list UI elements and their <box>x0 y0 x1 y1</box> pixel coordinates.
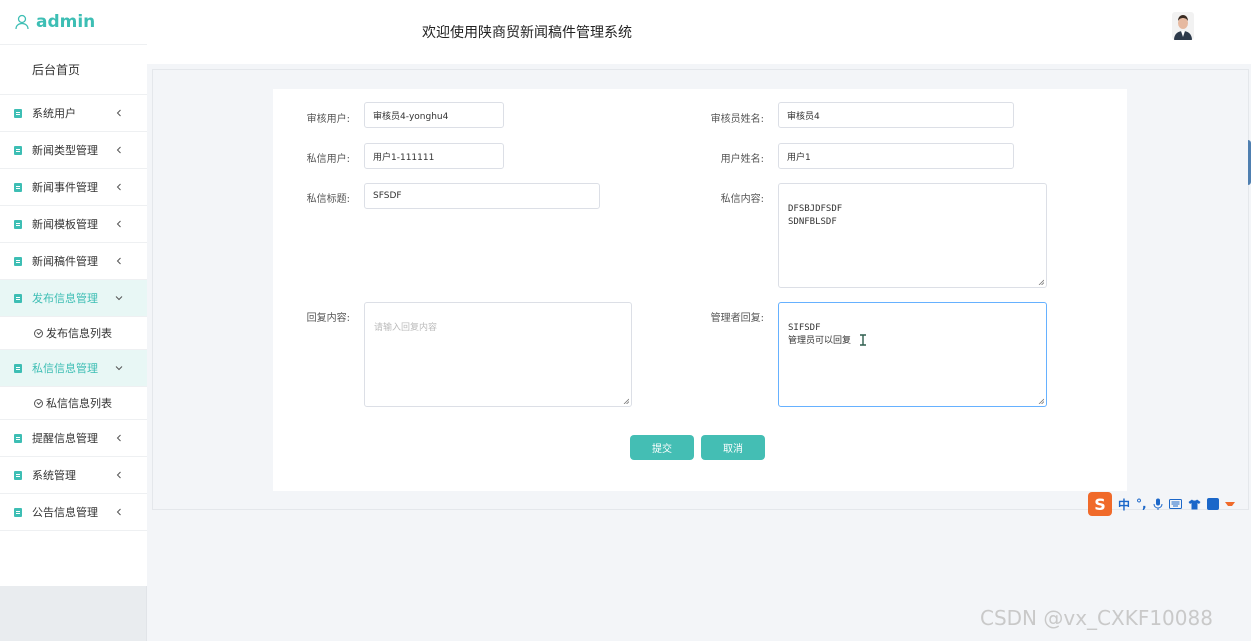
reply-content-textarea[interactable]: 请输入回复内容 <box>364 302 632 407</box>
keyboard-icon[interactable] <box>1168 499 1182 509</box>
dm-user-label: 私信用户: <box>306 154 350 165</box>
admin-reply-textarea[interactable]: SIFSDF 管理员可以回复 <box>778 302 1047 407</box>
resize-grip-icon[interactable] <box>623 398 629 404</box>
sidebar-item-label: 提醒信息管理 <box>32 432 98 445</box>
sidebar-item-label: 系统管理 <box>32 469 76 482</box>
dm-content-label: 私信内容: <box>720 194 764 205</box>
submit-button[interactable]: 提交 <box>630 435 694 460</box>
sidebar-item-notice[interactable]: 公告信息管理 <box>0 494 147 531</box>
sogou-logo-icon[interactable]: S <box>1088 492 1112 516</box>
document-icon <box>14 182 22 192</box>
chevron-down-icon <box>115 366 123 371</box>
sidebar-item-news-draft[interactable]: 新闻稿件管理 <box>0 243 147 280</box>
chevron-left-icon <box>116 146 121 154</box>
sidebar-item-label: 新闻类型管理 <box>32 144 98 157</box>
document-icon <box>14 507 22 517</box>
watermark: CSDN @vx_CXKF10088 <box>980 606 1213 630</box>
chevron-left-icon <box>116 471 121 479</box>
sidebar-subitem-dm-list[interactable]: 私信信息列表 <box>0 387 147 420</box>
brand: admin <box>0 0 147 45</box>
chevron-down-icon <box>115 296 123 301</box>
chevron-left-icon <box>116 434 121 442</box>
reviewer-user-label: 审核用户: <box>306 114 350 125</box>
check-circle-icon <box>34 328 43 338</box>
user-name-input[interactable]: 用户1 <box>778 143 1014 169</box>
sidebar-item-label: 私信信息管理 <box>32 362 98 375</box>
avatar[interactable] <box>1172 12 1194 40</box>
sidebar-subitem-publish-list[interactable]: 发布信息列表 <box>0 317 147 350</box>
sidebar-item-dm-info[interactable]: 私信信息管理 <box>0 350 147 387</box>
reviewer-user-input[interactable]: 审核员4-yonghu4 <box>364 102 504 128</box>
chevron-left-icon <box>116 183 121 191</box>
chevron-left-icon <box>116 508 121 516</box>
sidebar-item-label: 新闻模板管理 <box>32 218 98 231</box>
sidebar-subitem-label: 私信信息列表 <box>46 397 112 410</box>
resize-grip-icon[interactable] <box>1038 279 1044 285</box>
toolbox-icon[interactable] <box>1206 498 1219 510</box>
punctuation-icon[interactable]: °, <box>1136 497 1147 511</box>
page-title: 欢迎使用陕商贸新闻稿件管理系统 <box>422 25 632 41</box>
sidebar: admin 后台首页 系统用户 新闻类型管理 新闻事件管理 新闻模板管理 新闻稿… <box>0 0 147 641</box>
reviewer-name-input[interactable]: 审核员4 <box>778 102 1014 128</box>
dm-content-text: DFSBJDFSDF SDNFBLSDF <box>788 204 843 227</box>
header: 欢迎使用陕商贸新闻稿件管理系统 <box>147 0 1251 64</box>
reply-content-label: 回复内容: <box>306 313 350 324</box>
reply-content-placeholder: 请输入回复内容 <box>374 323 438 333</box>
user-name-label: 用户姓名: <box>720 154 764 165</box>
document-icon <box>14 293 22 303</box>
sidebar-item-label: 新闻稿件管理 <box>32 255 98 268</box>
dm-title-label: 私信标题: <box>306 194 350 205</box>
chevron-left-icon <box>116 109 121 117</box>
scroll-indicator[interactable] <box>1243 140 1251 185</box>
sidebar-item-label: 新闻事件管理 <box>32 181 98 194</box>
document-icon <box>14 470 22 480</box>
admin-reply-label: 管理者回复: <box>710 313 764 324</box>
sidebar-item-label: 系统用户 <box>32 107 76 120</box>
sidebar-item-home[interactable]: 后台首页 <box>0 45 147 95</box>
skin-icon[interactable] <box>1188 499 1201 510</box>
cancel-button[interactable]: 取消 <box>701 435 765 460</box>
sidebar-item-system-admin[interactable]: 系统管理 <box>0 457 147 494</box>
sidebar-item-system-users[interactable]: 系统用户 <box>0 95 147 132</box>
admin-reply-text: SIFSDF 管理员可以回复 <box>788 323 852 346</box>
sidebar-menu: admin 后台首页 系统用户 新闻类型管理 新闻事件管理 新闻模板管理 新闻稿… <box>0 0 147 586</box>
dm-content-textarea[interactable]: DFSBJDFSDF SDNFBLSDF <box>778 183 1047 288</box>
chevron-left-icon <box>116 220 121 228</box>
document-icon <box>14 256 22 266</box>
sidebar-subitem-label: 发布信息列表 <box>46 327 112 340</box>
chevron-left-icon <box>116 257 121 265</box>
microphone-icon[interactable] <box>1153 498 1163 510</box>
document-icon <box>14 219 22 229</box>
sidebar-item-label: 公告信息管理 <box>32 506 98 519</box>
check-circle-icon <box>34 398 43 408</box>
reviewer-name-label: 审核员姓名: <box>710 114 764 125</box>
text-cursor-icon <box>860 334 866 346</box>
more-icon[interactable] <box>1224 500 1235 508</box>
sidebar-item-reminder[interactable]: 提醒信息管理 <box>0 420 147 457</box>
document-icon <box>14 108 22 118</box>
brand-name: admin <box>36 12 96 32</box>
ime-toolbar[interactable]: S 中 °, <box>1088 491 1250 517</box>
ime-mode-label[interactable]: 中 <box>1118 496 1130 513</box>
user-icon <box>15 14 29 30</box>
document-icon <box>14 363 22 373</box>
resize-grip-icon[interactable] <box>1038 398 1044 404</box>
document-icon <box>14 433 22 443</box>
dm-title-input[interactable]: SFSDF <box>364 183 600 209</box>
document-icon <box>14 145 22 155</box>
sidebar-item-news-type[interactable]: 新闻类型管理 <box>0 132 147 169</box>
sidebar-item-label: 发布信息管理 <box>32 292 98 305</box>
dm-user-input[interactable]: 用户1-111111 <box>364 143 504 169</box>
sidebar-item-news-event[interactable]: 新闻事件管理 <box>0 169 147 206</box>
sidebar-item-news-template[interactable]: 新闻模板管理 <box>0 206 147 243</box>
sidebar-item-publish-info[interactable]: 发布信息管理 <box>0 280 147 317</box>
